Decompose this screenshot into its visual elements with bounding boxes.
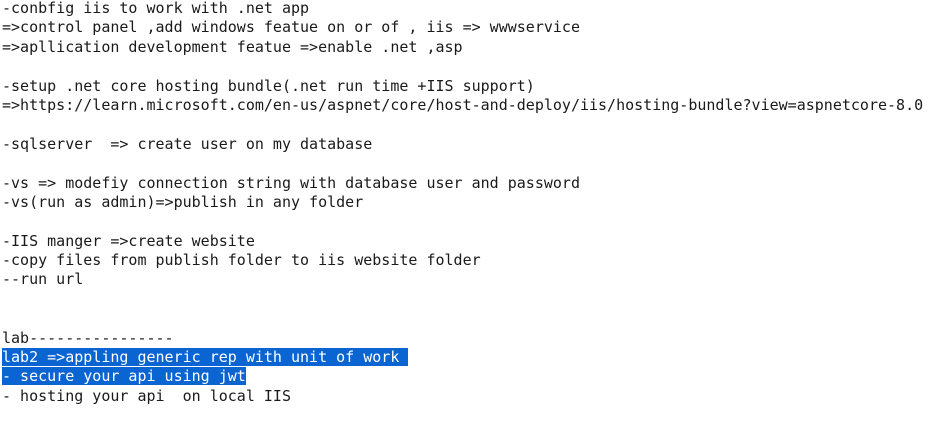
editor-line: -setup .net core hosting bundle(.net run…	[2, 77, 938, 96]
editor-line: =>https://learn.microsoft.com/en-us/aspn…	[2, 96, 938, 115]
text-editor[interactable]: -conbfig iis to work with .net app =>con…	[2, 0, 938, 444]
line-text: -conbfig iis to work with .net app	[2, 0, 310, 17]
line-text: -sqlserver => create user on my database	[2, 134, 373, 153]
editor-line: -IIS manger =>create website	[2, 232, 938, 251]
editor-line: - hosting your api on local IIS	[2, 387, 938, 406]
editor-line: --run url	[2, 270, 938, 289]
line-text: -setup .net core hosting bundle(.net run…	[2, 76, 535, 95]
selected-text: lab2 =>appling generic rep with unit of …	[2, 348, 409, 367]
editor-line: =>control panel ,add windows featue on o…	[2, 18, 938, 37]
line-text: -vs => modefiy connection string with da…	[2, 173, 580, 192]
line-text: --run url	[2, 270, 84, 289]
editor-line-selected: - secure your api using jwt	[2, 367, 938, 386]
editor-line: -sqlserver => create user on my database	[2, 135, 938, 154]
editor-line: -copy files from publish folder to iis w…	[2, 251, 938, 270]
editor-line: -vs => modefiy connection string with da…	[2, 174, 938, 193]
line-text: -vs(run as admin)=>publish in any folder	[2, 192, 364, 211]
editor-line: =>apllication development featue =>enabl…	[2, 38, 938, 57]
line-text: =>control panel ,add windows featue on o…	[2, 18, 580, 37]
line-text: -IIS manger =>create website	[2, 231, 255, 250]
selected-text: - secure your api using jwt	[2, 367, 246, 386]
line-text-url: =>https://learn.microsoft.com/en-us/aspn…	[2, 95, 924, 114]
editor-line: -conbfig iis to work with .net app	[2, 0, 938, 18]
line-text: =>apllication development featue =>enabl…	[2, 37, 463, 56]
editor-line: -vs(run as admin)=>publish in any folder	[2, 193, 938, 212]
line-text: -copy files from publish folder to iis w…	[2, 251, 481, 270]
line-text: - hosting your api on local IIS	[2, 386, 291, 405]
line-text: lab----------------	[2, 328, 174, 347]
editor-line-selected: lab2 =>appling generic rep with unit of …	[2, 348, 938, 367]
editor-line: lab----------------	[2, 329, 938, 348]
